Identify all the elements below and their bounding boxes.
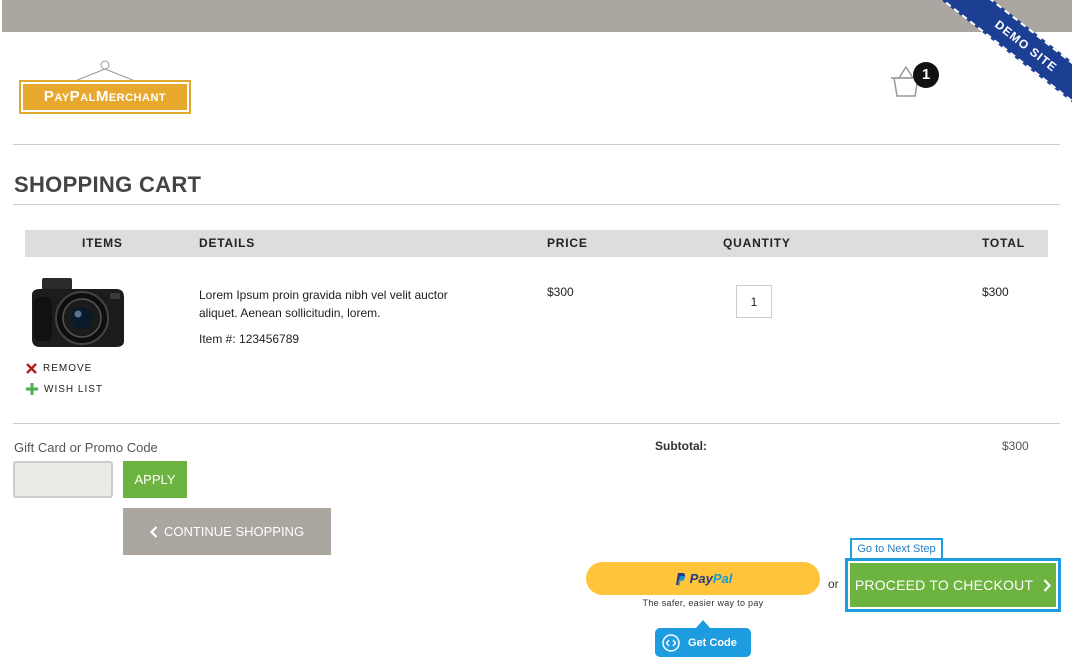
column-header-total: TOTAL <box>982 236 1025 250</box>
column-header-details: DETAILS <box>199 236 256 250</box>
item-price: $300 <box>547 285 574 299</box>
paypal-p-icon <box>675 572 685 585</box>
go-to-next-step-link[interactable]: Go to Next Step <box>850 538 943 560</box>
product-image-camera[interactable] <box>30 275 126 349</box>
subtotal-label: Subtotal: <box>655 439 707 453</box>
header-divider <box>13 144 1060 145</box>
product-description: Lorem Ipsum proin gravida nibh vel velit… <box>199 288 448 320</box>
paypal-pal-text: Pal <box>712 571 733 586</box>
paypal-checkout-button[interactable]: PayPal <box>586 562 820 595</box>
promo-code-label: Gift Card or Promo Code <box>14 440 158 455</box>
code-icon <box>662 633 680 652</box>
continue-shopping-label: CONTINUE SHOPPING <box>163 524 305 539</box>
apply-button[interactable]: APPLY <box>123 461 187 498</box>
wish-list-label: WISH LIST <box>44 383 104 395</box>
table-header: ITEMS DETAILS PRICE QUANTITY TOTAL <box>25 230 1048 257</box>
quantity-input[interactable] <box>736 285 772 318</box>
chevron-left-icon <box>149 525 158 538</box>
column-header-quantity: QUANTITY <box>723 236 791 250</box>
checkout-highlight: PROCEED TO CHECKOUT <box>845 558 1061 612</box>
top-bar <box>2 0 1072 32</box>
paypal-pay-text: Pay <box>689 571 713 586</box>
remove-x-icon <box>26 363 37 374</box>
plus-icon <box>26 383 38 395</box>
item-total: $300 <box>982 285 1009 299</box>
store-logo[interactable]: PayPalMerchant <box>19 60 191 116</box>
proceed-to-checkout-label: PROCEED TO CHECKOUT <box>854 577 1034 593</box>
remove-label: REMOVE <box>43 363 93 374</box>
continue-shopping-button[interactable]: CONTINUE SHOPPING <box>123 508 331 555</box>
promo-code-input[interactable] <box>13 461 113 498</box>
logo-text: PayPalMerchant <box>23 84 187 110</box>
page-title: SHOPPING CART <box>14 172 202 197</box>
remove-item-button[interactable]: REMOVE <box>26 363 92 374</box>
item-number: Item #: 123456789 <box>199 332 300 346</box>
title-divider <box>13 204 1060 205</box>
subtotal-value: $300 <box>1002 439 1029 453</box>
column-header-price: PRICE <box>547 236 588 250</box>
get-code-button[interactable]: Get Code <box>655 628 751 657</box>
cart-divider <box>13 423 1060 424</box>
paypal-tagline: The safer, easier way to pay <box>642 598 764 608</box>
cart-count-badge: 1 <box>913 62 939 88</box>
or-separator: or <box>828 577 839 591</box>
proceed-to-checkout-button[interactable]: PROCEED TO CHECKOUT <box>850 563 1056 607</box>
get-code-label: Get Code <box>688 636 737 649</box>
chevron-right-icon <box>1043 578 1052 592</box>
column-header-items: ITEMS <box>82 236 123 250</box>
wish-list-button[interactable]: WISH LIST <box>26 383 103 395</box>
